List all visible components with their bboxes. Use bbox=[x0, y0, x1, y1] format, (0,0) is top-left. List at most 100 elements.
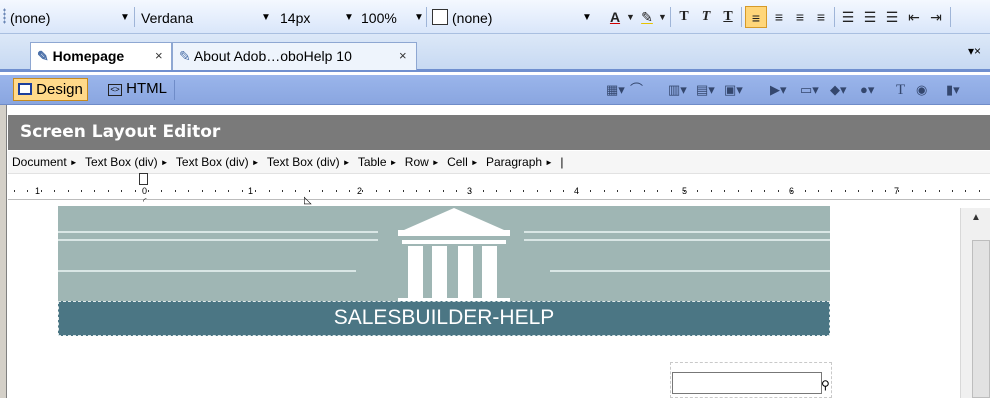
numbered-list-button[interactable]: ☰ bbox=[838, 6, 858, 28]
insert-image-icon[interactable]: ▣▾ bbox=[724, 81, 743, 99]
ruler-tick bbox=[898, 190, 899, 192]
toolbar-grip[interactable] bbox=[3, 8, 6, 24]
ruler-tick bbox=[121, 190, 122, 192]
ruler-tick bbox=[470, 190, 471, 192]
tab-homepage[interactable]: ✎ Homepage × bbox=[30, 42, 172, 70]
tab-overflow-button[interactable]: ▾× bbox=[968, 44, 981, 58]
breadcrumb-item[interactable]: Cell bbox=[447, 151, 468, 173]
ruler-tick bbox=[309, 190, 310, 192]
ruler-tick bbox=[858, 190, 859, 192]
banner-rule bbox=[524, 239, 830, 241]
editor-header: Screen Layout Editor bbox=[8, 115, 990, 150]
scrollbar-thumb[interactable] bbox=[972, 240, 990, 398]
insert-link-icon[interactable]: ●▾ bbox=[860, 81, 874, 99]
document-tab-strip: ✎ Homepage × ✎ About Adob…oboHelp 10 × ▾… bbox=[0, 34, 990, 72]
class-select[interactable]: (none) ▼ bbox=[432, 7, 592, 29]
design-view-button[interactable]: Design bbox=[13, 78, 88, 101]
horizontal-ruler[interactable]: 1 0 1 2 3 4 5 6 7 bbox=[8, 173, 990, 200]
bold-button[interactable]: T bbox=[674, 6, 694, 28]
breadcrumb-separator: ► bbox=[160, 158, 169, 167]
chevron-down-icon[interactable]: ▼ bbox=[626, 6, 635, 28]
toolbar-separator bbox=[426, 7, 427, 27]
font-size-select[interactable]: 14px ▼ bbox=[280, 7, 360, 29]
breadcrumb-item[interactable]: Table bbox=[358, 151, 387, 173]
align-left-button[interactable]: ≡ bbox=[745, 6, 767, 28]
breadcrumb-item[interactable]: Document bbox=[12, 151, 67, 173]
ruler-tick bbox=[349, 190, 350, 192]
vertical-scrollbar[interactable]: ▲ bbox=[960, 208, 990, 398]
toolbar-separator bbox=[741, 7, 742, 27]
chevron-down-icon[interactable]: ▼ bbox=[658, 6, 667, 28]
insert-line-icon[interactable]: ⌒ bbox=[630, 81, 643, 99]
font-color-button[interactable]: A bbox=[604, 6, 626, 28]
close-icon[interactable]: × bbox=[399, 43, 407, 69]
ruler-tick bbox=[94, 190, 95, 192]
style-select[interactable]: (none) ▼ bbox=[10, 7, 135, 29]
breadcrumb-item[interactable]: Text Box (div) bbox=[176, 151, 249, 173]
formatting-toolbar: (none) ▼ Verdana ▼ 14px ▼ 100% ▼ (none) … bbox=[0, 0, 990, 34]
ruler-tick bbox=[778, 190, 779, 192]
breadcrumb-separator: ► bbox=[69, 158, 78, 167]
html-view-button[interactable]: <> HTML bbox=[104, 78, 171, 101]
ruler-tick bbox=[657, 190, 658, 192]
class-style-icon bbox=[432, 9, 448, 25]
ruler-tick bbox=[751, 190, 752, 192]
right-indent-marker[interactable]: ◺ bbox=[304, 195, 312, 206]
ruler-tick bbox=[523, 190, 524, 192]
ruler-tick bbox=[925, 190, 926, 192]
justify-button[interactable]: ≡ bbox=[811, 6, 831, 28]
breadcrumb-item[interactable]: Text Box (div) bbox=[85, 151, 158, 173]
insert-table-icon[interactable]: ▦▾ bbox=[606, 81, 625, 99]
ruler-tick bbox=[510, 190, 511, 192]
decrease-indent-button[interactable]: ⇤ bbox=[904, 6, 924, 28]
insert-text-icon[interactable]: T bbox=[896, 81, 905, 99]
increase-indent-button[interactable]: ⇥ bbox=[926, 6, 946, 28]
header-banner[interactable]: SALESBUILDER-HELP bbox=[58, 206, 830, 336]
building-logo-icon bbox=[398, 208, 510, 302]
ruler-tick bbox=[228, 190, 229, 192]
ruler-tick bbox=[644, 190, 645, 192]
scroll-up-arrow-icon[interactable]: ▲ bbox=[961, 208, 990, 228]
insert-box-icon[interactable]: ▭▾ bbox=[800, 81, 819, 99]
insert-form-icon[interactable]: ▤▾ bbox=[696, 81, 715, 99]
html-view-label: HTML bbox=[126, 80, 168, 97]
ruler-tick bbox=[590, 190, 591, 192]
ruler-tick bbox=[912, 190, 913, 192]
underline-button[interactable]: T bbox=[718, 6, 738, 28]
breadcrumb-item[interactable]: Row bbox=[405, 151, 429, 173]
ruler-tick bbox=[952, 190, 953, 192]
insert-columns-icon[interactable]: ▥▾ bbox=[668, 81, 687, 99]
multilevel-list-button[interactable]: ☰ bbox=[882, 6, 902, 28]
ruler-tick bbox=[389, 190, 390, 192]
chevron-down-icon: ▼ bbox=[344, 12, 354, 23]
italic-button[interactable]: T bbox=[696, 6, 716, 28]
close-icon[interactable]: × bbox=[155, 43, 163, 69]
ruler-tick bbox=[684, 190, 685, 192]
breadcrumb-separator: ► bbox=[342, 158, 351, 167]
more-options-icon[interactable]: ▮▾ bbox=[946, 81, 960, 99]
ruler-number: 0 bbox=[142, 186, 148, 196]
ruler-tick bbox=[965, 190, 966, 192]
zoom-select[interactable]: 100% ▼ bbox=[361, 7, 431, 29]
toolbar-separator bbox=[134, 7, 135, 27]
align-center-button[interactable]: ≡ bbox=[769, 6, 789, 28]
ruler-tick bbox=[215, 190, 216, 192]
insert-media-icon[interactable]: ▶▾ bbox=[770, 81, 787, 99]
ruler-tick bbox=[416, 190, 417, 192]
highlight-button[interactable]: ✎ bbox=[636, 6, 658, 28]
chevron-down-icon: ▼ bbox=[582, 12, 592, 23]
bulleted-list-button[interactable]: ☰ bbox=[860, 6, 880, 28]
insert-bookmark-icon[interactable]: ◆▾ bbox=[830, 81, 847, 99]
breadcrumb-item[interactable]: Text Box (div) bbox=[267, 151, 340, 173]
breadcrumb-item[interactable]: Paragraph bbox=[486, 151, 542, 173]
align-right-button[interactable]: ≡ bbox=[790, 6, 810, 28]
search-input[interactable] bbox=[672, 372, 822, 394]
breadcrumb-separator: ► bbox=[470, 158, 479, 167]
font-select[interactable]: Verdana ▼ bbox=[141, 7, 271, 29]
insert-symbol-icon[interactable]: ◉ bbox=[916, 81, 927, 99]
first-line-indent-marker[interactable] bbox=[139, 173, 148, 185]
ruler-tick bbox=[831, 190, 832, 192]
search-icon[interactable]: ⚲ bbox=[821, 378, 830, 392]
tab-about-robohelp[interactable]: ✎ About Adob…oboHelp 10 × bbox=[172, 42, 417, 70]
breadcrumb: Document ► Text Box (div) ► Text Box (div)… bbox=[8, 151, 990, 173]
